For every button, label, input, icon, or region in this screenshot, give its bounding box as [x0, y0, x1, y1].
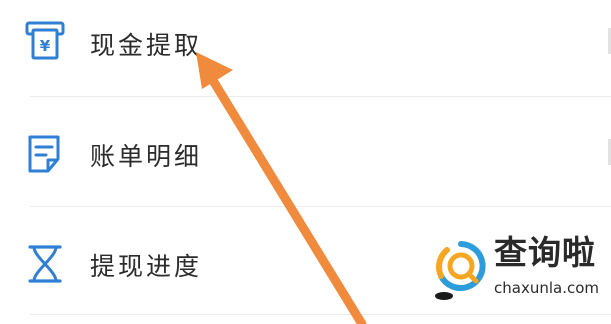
watermark-logo: 查询啦 chaxunla.com [430, 232, 611, 312]
magnifier-logo [434, 239, 488, 300]
watermark-site: chaxunla.com [494, 279, 599, 297]
watermark-brand: 查询啦 [494, 233, 596, 272]
